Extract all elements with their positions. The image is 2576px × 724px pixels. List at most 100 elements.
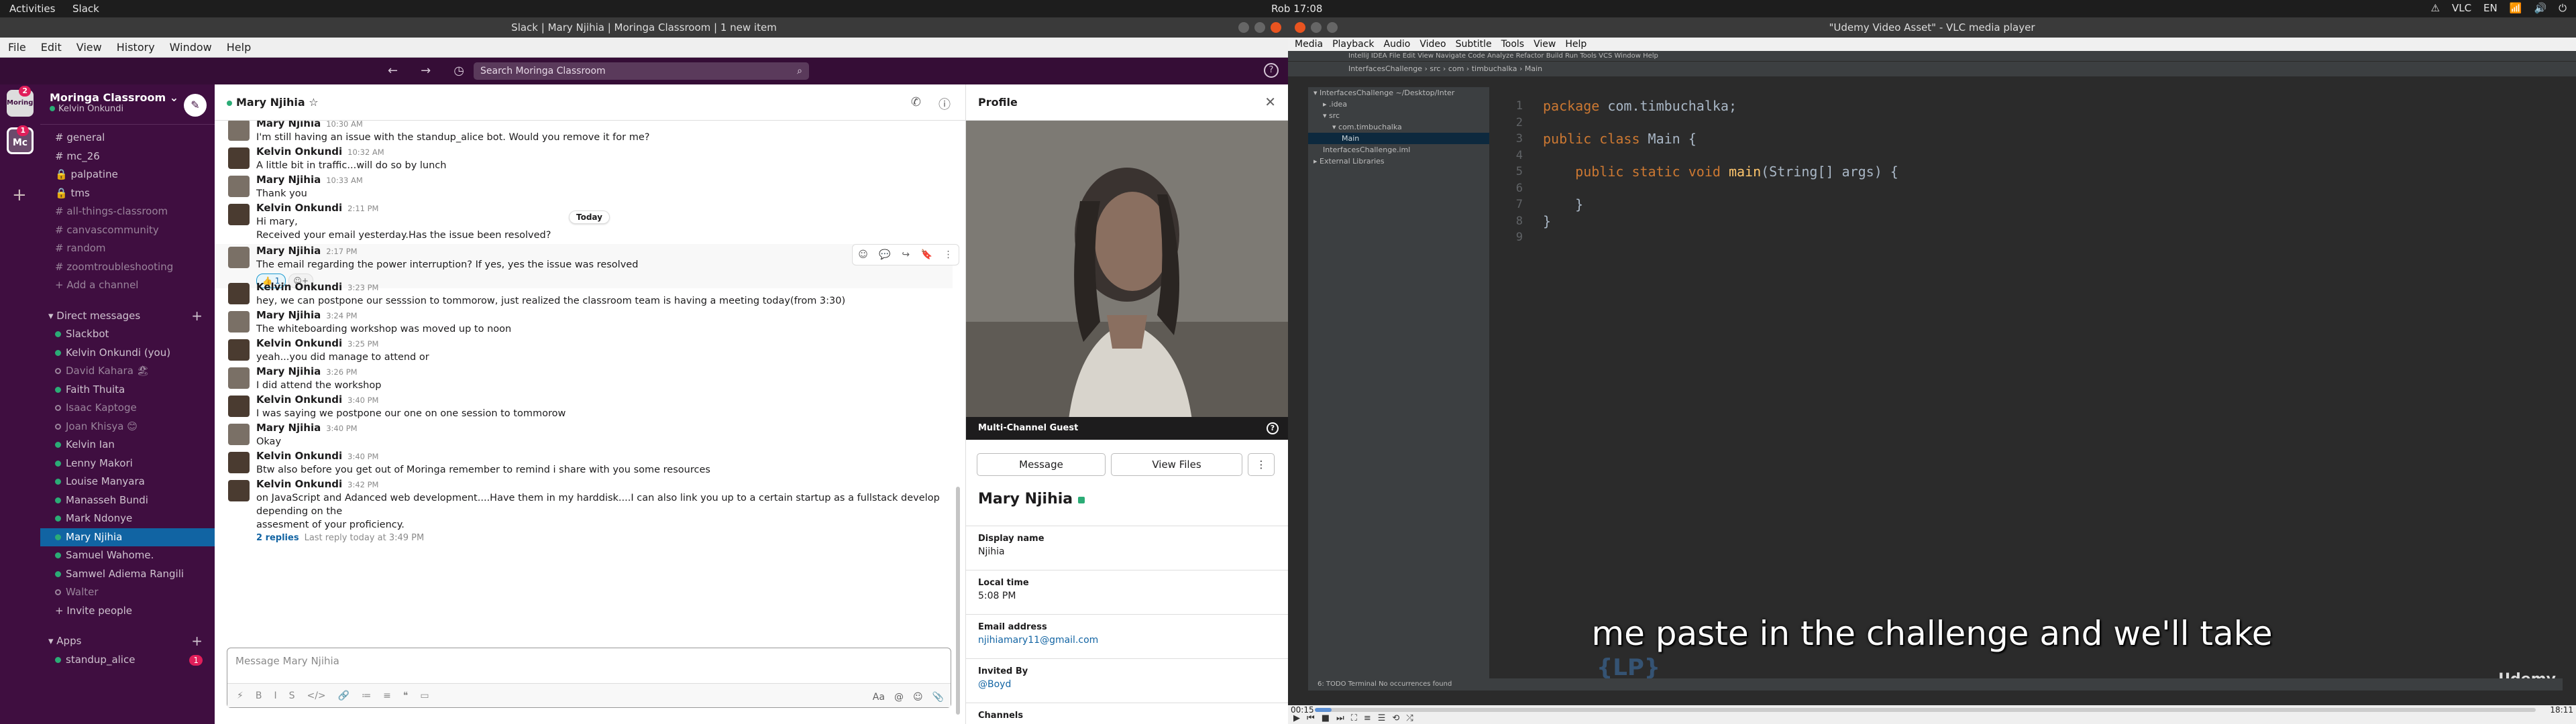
sender-name[interactable]: Kelvin Onkundi bbox=[256, 202, 342, 214]
format-tool[interactable]: ▭ bbox=[420, 690, 429, 701]
minimize-icon[interactable] bbox=[1311, 22, 1322, 33]
thread-icon[interactable]: 💬 bbox=[879, 249, 890, 260]
menu-item[interactable]: Video bbox=[1419, 39, 1446, 50]
tray-item[interactable]: ⚠ bbox=[2431, 2, 2440, 14]
sidebar-dm[interactable]: Walter bbox=[40, 583, 215, 602]
phone-icon[interactable]: ✆ bbox=[911, 95, 921, 109]
format-tool[interactable]: S bbox=[289, 690, 295, 701]
tree-node[interactable]: ▸ External Libraries bbox=[1308, 156, 1489, 167]
close-icon[interactable] bbox=[1271, 22, 1281, 33]
avatar[interactable] bbox=[228, 339, 250, 361]
format-tool[interactable]: ❝ bbox=[403, 690, 409, 701]
sidebar-dm[interactable]: Lenny Makori bbox=[40, 455, 215, 473]
field-value[interactable]: @Boyd bbox=[978, 679, 1276, 690]
close-icon[interactable] bbox=[1295, 22, 1305, 33]
sender-name[interactable]: Kelvin Onkundi bbox=[256, 337, 342, 349]
sender-name[interactable]: Mary Njihia bbox=[256, 365, 321, 377]
tree-node[interactable]: Main bbox=[1308, 133, 1489, 144]
tray-item[interactable]: VLC bbox=[2452, 2, 2471, 14]
message[interactable]: Mary Njihia 3:26 PM I did attend the works… bbox=[215, 365, 953, 392]
timestamp[interactable]: 3:42 PM bbox=[347, 480, 378, 489]
menu-item[interactable]: View bbox=[1534, 39, 1556, 50]
shuffle-icon[interactable]: ⤮ bbox=[1406, 713, 1413, 723]
view-files-button[interactable]: View Files bbox=[1111, 453, 1242, 476]
add-dm-icon[interactable]: + bbox=[191, 307, 203, 326]
sidebar-dm[interactable]: Louise Manyara bbox=[40, 473, 215, 491]
search-input[interactable]: Search Moringa Classroom ⌕ bbox=[474, 62, 809, 80]
tray-item[interactable]: 📶 bbox=[2510, 2, 2522, 14]
message[interactable]: Mary Njihia 3:24 PM The whiteboarding work… bbox=[215, 308, 953, 336]
sender-name[interactable]: Kelvin Onkundi bbox=[256, 450, 342, 462]
tray-item[interactable]: 🔊 bbox=[2534, 2, 2546, 14]
tree-node[interactable]: ▸ .idea bbox=[1308, 99, 1489, 110]
message[interactable]: Kelvin Onkundi 3:40 PM Btw also before you… bbox=[215, 449, 953, 477]
sender-name[interactable]: Mary Njihia bbox=[256, 422, 321, 434]
sidebar-dm[interactable]: Faith Thuita bbox=[40, 381, 215, 400]
avatar[interactable] bbox=[228, 247, 250, 268]
conversation-title[interactable]: Mary Njihia ☆ bbox=[227, 96, 319, 109]
avatar[interactable] bbox=[228, 311, 250, 333]
add-workspace-icon[interactable]: + bbox=[12, 185, 27, 205]
more-actions-button[interactable]: ⋮ bbox=[1248, 453, 1275, 476]
clock[interactable]: Rob 17:08 bbox=[1271, 3, 1322, 15]
sender-name[interactable]: Kelvin Onkundi bbox=[256, 394, 342, 406]
activities-button[interactable]: Activities bbox=[9, 3, 55, 15]
tree-node[interactable]: ▾ InterfacesChallenge ~/Desktop/Inter bbox=[1308, 87, 1489, 99]
timestamp[interactable]: 3:24 PM bbox=[326, 311, 357, 320]
menu-item[interactable]: File bbox=[8, 41, 26, 54]
system-tray[interactable]: ⚠ VLC EN 📶 🔊 ⏻ bbox=[2431, 2, 2567, 14]
sidebar-dm[interactable]: Mark Ndonye bbox=[40, 509, 215, 528]
format-tool[interactable]: B bbox=[256, 690, 262, 701]
format-tool[interactable]: ≔ bbox=[362, 690, 371, 701]
thread-replies[interactable]: 2 replies Last reply today at 3:49 PM bbox=[256, 532, 953, 545]
message[interactable]: Mary Njihia 10:30 AM I'm still having an i… bbox=[215, 121, 953, 144]
menu-item[interactable]: Edit bbox=[41, 41, 62, 54]
compose-icon[interactable]: ✎ bbox=[184, 94, 207, 117]
history-icon[interactable]: ◷ bbox=[453, 64, 464, 78]
more-icon[interactable]: ⋮ bbox=[944, 249, 953, 260]
playlist-icon[interactable]: ☰ bbox=[1378, 713, 1386, 723]
apps-section-header[interactable]: ▾ Apps + bbox=[40, 632, 215, 651]
previous-icon[interactable]: ⏮ bbox=[1307, 713, 1315, 723]
format-tool[interactable]: I bbox=[274, 690, 276, 701]
sender-name[interactable]: Mary Njihia bbox=[256, 245, 321, 257]
format-tool[interactable]: </> bbox=[307, 690, 325, 701]
sidebar-dm[interactable]: David Kahara 🏖 bbox=[40, 362, 215, 381]
composer-action[interactable]: @ bbox=[894, 692, 904, 703]
sidebar-dm[interactable]: Joan Khisya 😊 bbox=[40, 418, 215, 436]
format-tool[interactable]: ≡ bbox=[383, 690, 391, 701]
add-app-icon[interactable]: + bbox=[191, 632, 203, 651]
sender-name[interactable]: Mary Njihia bbox=[256, 121, 321, 129]
message[interactable]: Kelvin Onkundi 3:25 PM yeah...you did mana… bbox=[215, 337, 953, 364]
sidebar-channel[interactable]: 🔒 palpatine bbox=[40, 166, 215, 184]
seek-bar[interactable] bbox=[1315, 708, 2536, 712]
loop-icon[interactable]: ⟲ bbox=[1392, 713, 1399, 723]
sender-name[interactable]: Kelvin Onkundi bbox=[256, 281, 342, 293]
menu-item[interactable]: Help bbox=[1565, 39, 1587, 50]
message-button[interactable]: Message bbox=[977, 453, 1106, 476]
maximize-icon[interactable] bbox=[1327, 22, 1338, 33]
tray-item[interactable]: ⏻ bbox=[2559, 2, 2567, 14]
menu-item[interactable]: History bbox=[117, 41, 155, 54]
format-tool[interactable]: 🔗 bbox=[338, 690, 350, 701]
workspace-header[interactable]: Moringa Classroom ⌄ Kelvin Onkundi ✎ bbox=[40, 84, 215, 125]
composer-action[interactable]: 📎 bbox=[932, 692, 944, 703]
message[interactable]: Kelvin Onkundi 10:32 AM A little bit in tr… bbox=[215, 145, 953, 172]
sidebar-channel[interactable]: 🔒 tms bbox=[40, 184, 215, 203]
menu-item[interactable]: Media bbox=[1295, 39, 1323, 50]
back-icon[interactable]: ← bbox=[388, 64, 398, 78]
extended-settings-icon[interactable]: ≡ bbox=[1364, 713, 1371, 723]
avatar[interactable] bbox=[228, 424, 250, 445]
sidebar-dm[interactable]: Kelvin Onkundi (you) bbox=[40, 344, 215, 363]
message[interactable]: Mary Njihia 10:33 AM Thank you bbox=[215, 173, 953, 200]
next-icon[interactable]: ⏭ bbox=[1336, 713, 1344, 723]
forward-icon[interactable]: → bbox=[421, 64, 431, 78]
tree-node[interactable]: ▾ src bbox=[1308, 110, 1489, 121]
menu-item[interactable]: Help bbox=[227, 41, 251, 54]
timestamp[interactable]: 3:40 PM bbox=[326, 424, 357, 433]
menu-item[interactable]: Audio bbox=[1384, 39, 1411, 50]
message[interactable]: Kelvin Onkundi 3:40 PM I was saying we pos… bbox=[215, 393, 953, 420]
avatar[interactable] bbox=[228, 396, 250, 417]
field-value[interactable]: njihiamary11@gmail.com bbox=[978, 635, 1276, 646]
timestamp[interactable]: 2:11 PM bbox=[347, 204, 378, 213]
